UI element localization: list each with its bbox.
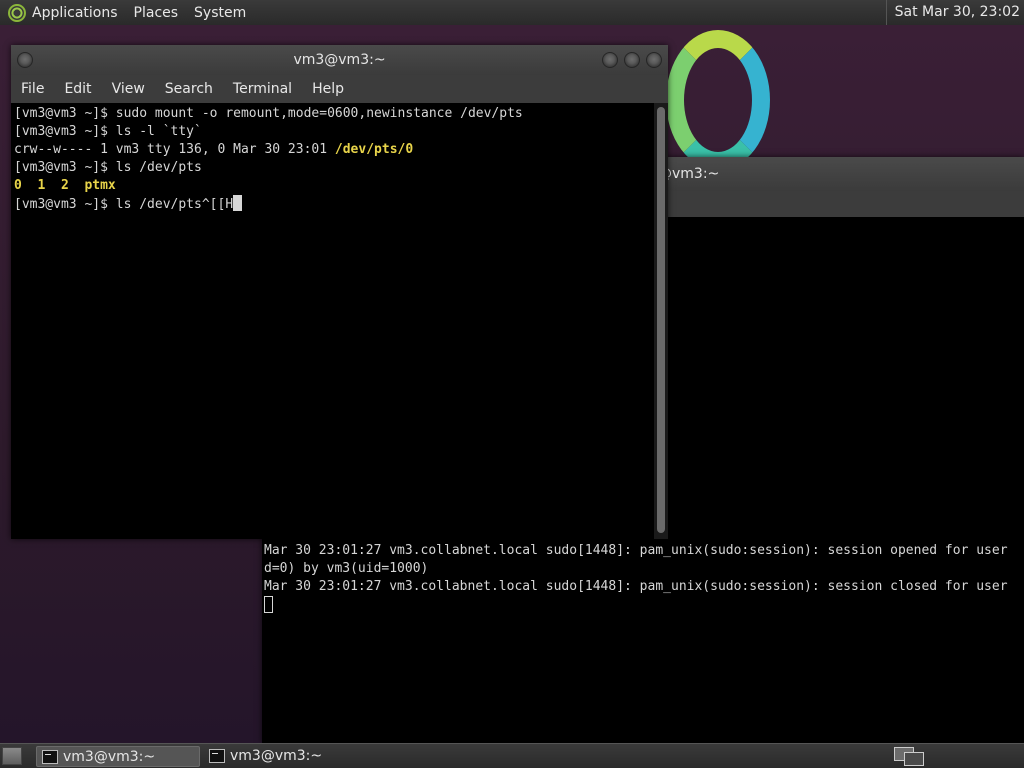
menu-system[interactable]: System	[194, 5, 246, 21]
terminal-line-highlight: /dev/pts/0	[334, 142, 414, 157]
terminal-line-text: Mar 30 23:01:27 vm3.collabnet.local sudo…	[264, 543, 1008, 558]
menu-help[interactable]: Help	[312, 81, 344, 97]
minimize-icon[interactable]	[602, 52, 618, 68]
taskbar-item-1[interactable]: vm3@vm3:~	[36, 746, 200, 767]
terminal-line-text: [vm3@vm3 ~]$ ls -l `tty`	[14, 124, 202, 139]
workspace-2[interactable]	[904, 752, 924, 766]
window-menu-icon[interactable]	[17, 52, 33, 68]
terminal-line: [vm3@vm3 ~]$ ls -l `tty`	[14, 123, 650, 141]
taskbar-item-label: vm3@vm3:~	[230, 748, 323, 764]
terminal-line: [vm3@vm3 ~]$ sudo mount -o remount,mode=…	[14, 105, 650, 123]
menu-file[interactable]: File	[21, 81, 44, 97]
scrollbar-thumb[interactable]	[657, 107, 665, 533]
terminal-line-text: crw--w---- 1 vm3 tty 136, 0 Mar 30 23:01	[14, 142, 335, 157]
menu-applications[interactable]: Applications	[32, 5, 118, 21]
taskbar-item-2[interactable]: vm3@vm3:~	[204, 746, 368, 767]
terminal-icon	[42, 750, 58, 764]
terminal-line-text: [vm3@vm3 ~]$ ls /dev/pts^[[H	[14, 197, 234, 212]
menu-edit[interactable]: Edit	[64, 81, 91, 97]
terminal-cursor	[264, 596, 273, 613]
terminal-line-text: [vm3@vm3 ~]$ sudo mount -o remount,mode=…	[14, 106, 523, 121]
distro-logo-icon[interactable]	[8, 3, 26, 22]
show-desktop-icon[interactable]	[2, 747, 22, 765]
top-panel: Applications Places System Sat Mar 30, 2…	[0, 0, 1024, 25]
terminal-line: Mar 30 23:01:27 vm3.collabnet.local sudo…	[264, 542, 1022, 560]
scrollbar-front[interactable]	[654, 103, 668, 539]
terminal-line: [vm3@vm3 ~]$ ls /dev/pts^[[H	[14, 195, 650, 213]
panel-clock[interactable]: Sat Mar 30, 23:02	[885, 0, 1020, 25]
window-titlebar-front[interactable]: vm3@vm3:~	[11, 45, 668, 75]
terminal-line-text: [vm3@vm3 ~]$ ls /dev/pts	[14, 160, 202, 175]
terminal-line-highlight: 0 1 2 ptmx	[14, 178, 116, 193]
menu-places[interactable]: Places	[134, 5, 179, 21]
terminal-line: d=0) by vm3(uid=1000)	[264, 560, 1022, 578]
terminal-line-text: Mar 30 23:01:27 vm3.collabnet.local sudo…	[264, 579, 1008, 594]
terminal-line-text: d=0) by vm3(uid=1000)	[264, 561, 429, 576]
terminal-icon	[209, 749, 225, 763]
terminal-window-front[interactable]: vm3@vm3:~ File Edit View Search Terminal…	[11, 45, 668, 539]
bottom-taskbar: vm3@vm3:~ vm3@vm3:~	[0, 743, 1024, 768]
window-title-front: vm3@vm3:~	[293, 52, 386, 68]
terminal-line: [vm3@vm3 ~]$ ls /dev/pts	[14, 159, 650, 177]
menu-search[interactable]: Search	[165, 81, 213, 97]
menubar-front: File Edit View Search Terminal Help	[11, 75, 668, 103]
terminal-line: crw--w---- 1 vm3 tty 136, 0 Mar 30 23:01…	[14, 141, 650, 159]
close-icon[interactable]	[646, 52, 662, 68]
terminal-cursor	[233, 195, 243, 211]
terminal-line: 0 1 2 ptmx	[14, 177, 650, 195]
terminal-line: Mar 30 23:01:27 vm3.collabnet.local sudo…	[264, 578, 1022, 596]
terminal-line	[264, 596, 1022, 614]
maximize-icon[interactable]	[624, 52, 640, 68]
menu-terminal[interactable]: Terminal	[233, 81, 292, 97]
terminal-output-front[interactable]: [vm3@vm3 ~]$ sudo mount -o remount,mode=…	[14, 105, 650, 537]
workspace-switcher[interactable]	[892, 746, 926, 767]
menu-view[interactable]: View	[112, 81, 145, 97]
taskbar-item-label: vm3@vm3:~	[63, 749, 156, 765]
desktop-logo-ring	[666, 30, 770, 170]
